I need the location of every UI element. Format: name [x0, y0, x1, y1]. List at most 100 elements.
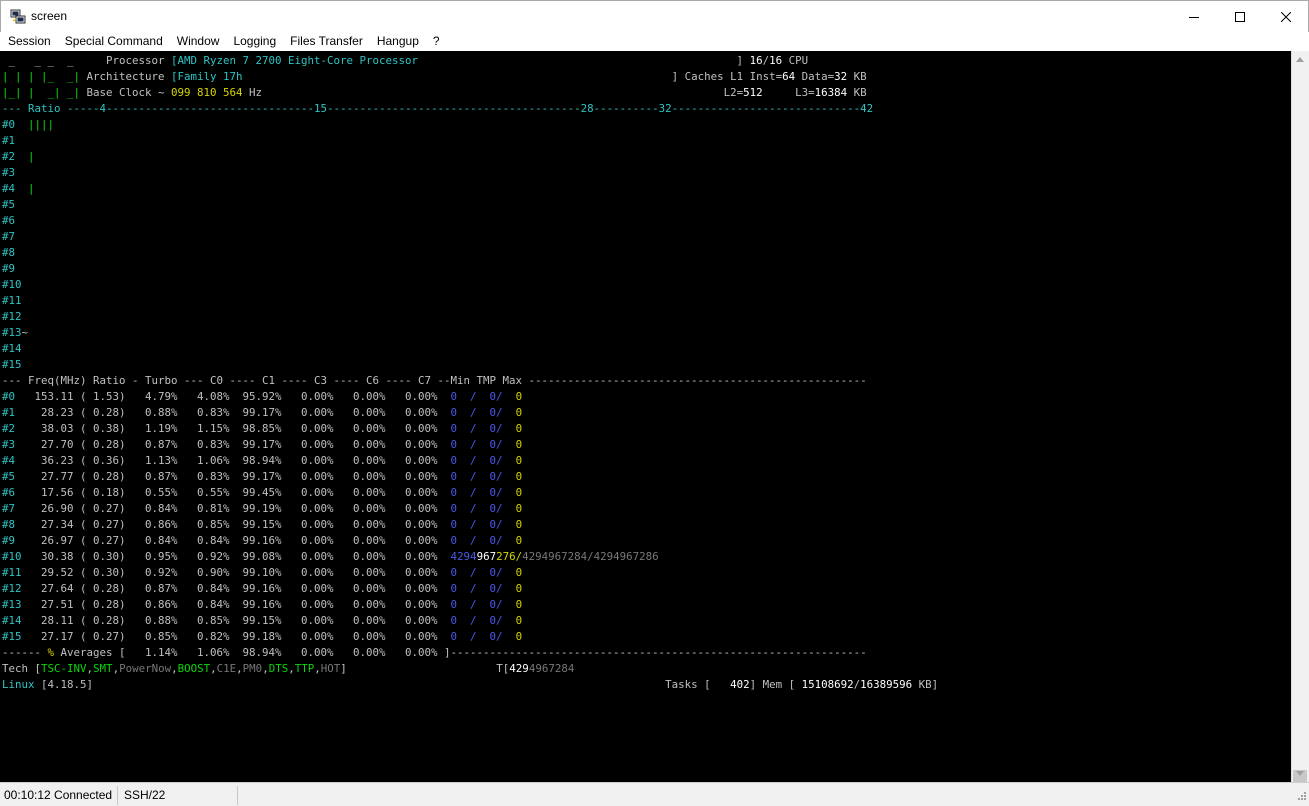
terminal-text: 402 — [730, 678, 750, 691]
terminal-text: #15 — [2, 630, 22, 643]
terminal-line: #12 — [2, 309, 22, 325]
terminal-text: 28 — [580, 102, 594, 115]
terminal-text: 26.90 ( 0.27) 0.84% 0.81% 99.19% 0.00% 0… — [21, 502, 451, 515]
terminal-line: #8 — [2, 245, 15, 261]
terminal-text: #3 — [2, 438, 22, 451]
terminal-text: #5 — [2, 198, 16, 211]
terminal-text: HOT — [320, 662, 341, 675]
terminal-text: 0 / 0/ — [450, 534, 516, 547]
terminal-text: #10 — [2, 550, 22, 563]
terminal-text: #14 — [2, 342, 22, 355]
vertical-scrollbar[interactable] — [1291, 51, 1309, 782]
terminal-text: #12 — [2, 310, 22, 323]
scroll-down-button[interactable] — [1291, 765, 1309, 782]
terminal-text: 17.56 ( 0.18) 0.55% 0.55% 99.45% 0.00% 0… — [21, 486, 451, 499]
terminal-text: 0 / 0/ — [450, 454, 516, 467]
menu-logging[interactable]: Logging — [226, 32, 283, 51]
terminal-text: 27.70 ( 0.28) 0.87% 0.83% 99.17% 0.00% 0… — [21, 438, 451, 451]
scroll-up-button[interactable] — [1291, 51, 1309, 68]
terminal-text: 27.34 ( 0.27) 0.86% 0.85% 99.15% 0.00% 0… — [21, 518, 451, 531]
terminal-line: #9 26.97 ( 0.27) 0.84% 0.84% 99.16% 0.00… — [2, 533, 522, 549]
close-icon — [1281, 11, 1291, 22]
close-button[interactable] — [1263, 1, 1309, 32]
terminal-text: BOOST — [177, 662, 211, 675]
terminal-text: --- Freq — [2, 374, 55, 387]
terminal-line: #5 27.77 ( 0.28) 0.87% 0.83% 99.17% 0.00… — [2, 469, 522, 485]
terminal-line: #14 28.11 ( 0.28) 0.88% 0.85% 99.15% 0.0… — [2, 613, 522, 629]
terminal-text: #4 — [2, 182, 29, 195]
terminal-text: 099 810 564 — [171, 86, 243, 99]
menu-help[interactable]: ? — [426, 32, 447, 51]
terminal-text: SMT — [93, 662, 113, 675]
terminal-text: ] Mem [ — [749, 678, 802, 691]
terminal-text: ------ — [2, 646, 48, 659]
terminal-screen[interactable]: _ _ _ _ Processor [AMD Ryzen 7 2700 Eigh… — [0, 51, 1291, 782]
terminal-text: 16 — [769, 54, 783, 67]
terminal-line: #2 | — [2, 149, 35, 165]
menu-hangup[interactable]: Hangup — [370, 32, 426, 51]
status-bar: 00:10:12 Connected SSH/22 — [0, 782, 1309, 806]
status-protocol: SSH/22 — [118, 786, 238, 805]
terminal-text: 0 — [515, 582, 523, 595]
menu-files-transfer[interactable]: Files Transfer — [283, 32, 370, 51]
terminal-line: _ _ _ _ Processor [AMD Ryzen 7 2700 Eigh… — [2, 53, 809, 69]
terminal-line: #11 — [2, 293, 22, 309]
terminal-line: #13 27.51 ( 0.28) 0.86% 0.84% 99.16% 0.0… — [2, 597, 522, 613]
terminal-line: #7 26.90 ( 0.27) 0.84% 0.81% 99.19% 0.00… — [2, 501, 522, 517]
resize-grip-icon[interactable] — [1293, 789, 1307, 803]
terminal-text: #13 — [2, 326, 22, 339]
terminal-line: #1 — [2, 133, 15, 149]
terminal-text: #14 — [2, 614, 22, 627]
terminal-text: #9 — [2, 262, 16, 275]
terminal-text: L3= — [762, 86, 815, 99]
terminal-line: #4 36.23 ( 0.36) 1.13% 1.06% 98.94% 0.00… — [2, 453, 522, 469]
menu-session[interactable]: Session — [1, 32, 58, 51]
terminal-text: KB — [847, 86, 867, 99]
terminal-text: -------------------------------- — [106, 102, 315, 115]
scroll-up-arrow-icon — [1296, 57, 1304, 62]
title-bar: screen — [0, 0, 1309, 32]
terminal-line: #9 — [2, 261, 15, 277]
menu-special-command[interactable]: Special Command — [58, 32, 170, 51]
scroll-down-arrow-icon — [1296, 771, 1304, 776]
terminal-text: Averages [ 1.14% 1.06% 98.94% 0.00% 0.00… — [54, 646, 867, 659]
putty-app-icon[interactable] — [10, 8, 26, 24]
minimize-button[interactable] — [1171, 1, 1217, 32]
terminal-line: #7 — [2, 229, 15, 245]
terminal-text: #8 — [2, 246, 16, 259]
terminal-text: CPU — [782, 54, 809, 67]
terminal-text: #4 — [2, 454, 22, 467]
terminal-text: Ratio - Turbo --- C0 ---- C1 ---- C3 ---… — [86, 374, 867, 387]
terminal-line: #4 | — [2, 181, 35, 197]
terminal-line: #11 29.52 ( 0.30) 0.92% 0.90% 99.10% 0.0… — [2, 565, 522, 581]
terminal-text: 0 — [515, 470, 523, 483]
terminal-text: 27.17 ( 0.27) 0.85% 0.82% 99.18% 0.00% 0… — [21, 630, 451, 643]
terminal-text: | — [28, 182, 35, 195]
terminal-text: 36.23 ( 0.36) 1.13% 1.06% 98.94% 0.00% 0… — [21, 454, 451, 467]
terminal-text: (MHz) — [54, 374, 87, 387]
terminal-text: 27.51 ( 0.28) 0.86% 0.84% 99.16% 0.00% 0… — [21, 598, 451, 611]
terminal-text: |_| | _| _| — [2, 86, 81, 99]
terminal-text: #10 — [2, 278, 22, 291]
terminal-line: ------ % Averages [ 1.14% 1.06% 98.94% 0… — [2, 645, 867, 661]
terminal-line: --- Freq(MHz) Ratio - Turbo --- C0 ---- … — [2, 373, 867, 389]
terminal-line: --- Ratio -----4------------------------… — [2, 101, 873, 117]
terminal-text: 153.11 ( 1.53) 4.79% 4.08% 95.92% 0.00% … — [21, 390, 451, 403]
terminal-text: #0 — [2, 118, 29, 131]
terminal-text: 0 — [515, 534, 523, 547]
terminal-text: 0 / 0/ — [450, 630, 516, 643]
terminal-line: | | | |_ _| Architecture [Family 17h ] C… — [2, 69, 867, 85]
maximize-button[interactable] — [1217, 1, 1263, 32]
terminal-text: Base Clock ~ — [80, 86, 172, 99]
terminal-text: 0 / 0/ — [450, 422, 516, 435]
terminal-text: #6 — [2, 486, 22, 499]
terminal-text: 0 / 0/ — [450, 518, 516, 531]
terminal-text: 15108692 — [801, 678, 854, 691]
terminal-text: 0 — [515, 630, 523, 643]
terminal-text: 27.77 ( 0.28) 0.87% 0.83% 99.17% 0.00% 0… — [21, 470, 451, 483]
terminal-text: 967 — [476, 550, 497, 563]
terminal-line: #12 27.64 ( 0.28) 0.87% 0.84% 99.16% 0.0… — [2, 581, 522, 597]
terminal-text: Tech [ — [2, 662, 42, 675]
menu-window[interactable]: Window — [170, 32, 227, 51]
terminal-text: Hz L2= — [242, 86, 744, 99]
